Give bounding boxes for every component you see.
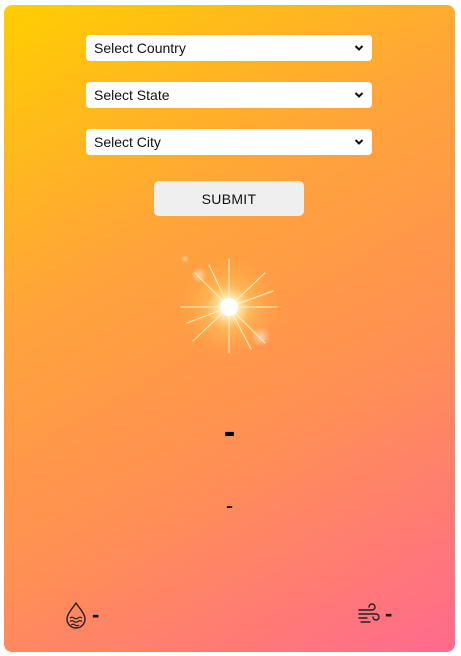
temperature-value: - — [223, 413, 236, 451]
humidity-value: - — [92, 602, 100, 627]
country-select-value: Select Country — [94, 40, 186, 56]
wind-stat: - — [357, 601, 392, 627]
sun-icon — [179, 255, 279, 357]
humidity-stat: - — [64, 601, 99, 629]
state-select[interactable]: Select State — [86, 82, 372, 108]
submit-button[interactable]: SUBMIT — [154, 181, 304, 216]
chevron-down-icon — [354, 92, 364, 98]
humidity-icon — [66, 601, 86, 629]
state-select-value: Select State — [94, 87, 170, 103]
weather-card: Select Country Select State Select City … — [4, 5, 455, 652]
weather-description: - — [225, 493, 234, 518]
chevron-down-icon — [354, 45, 364, 51]
wind-icon — [358, 603, 380, 623]
city-select[interactable]: Select City — [86, 129, 372, 155]
wind-value: - — [385, 601, 393, 626]
city-select-value: Select City — [94, 134, 161, 150]
chevron-down-icon — [354, 139, 364, 145]
country-select[interactable]: Select Country — [86, 35, 372, 61]
